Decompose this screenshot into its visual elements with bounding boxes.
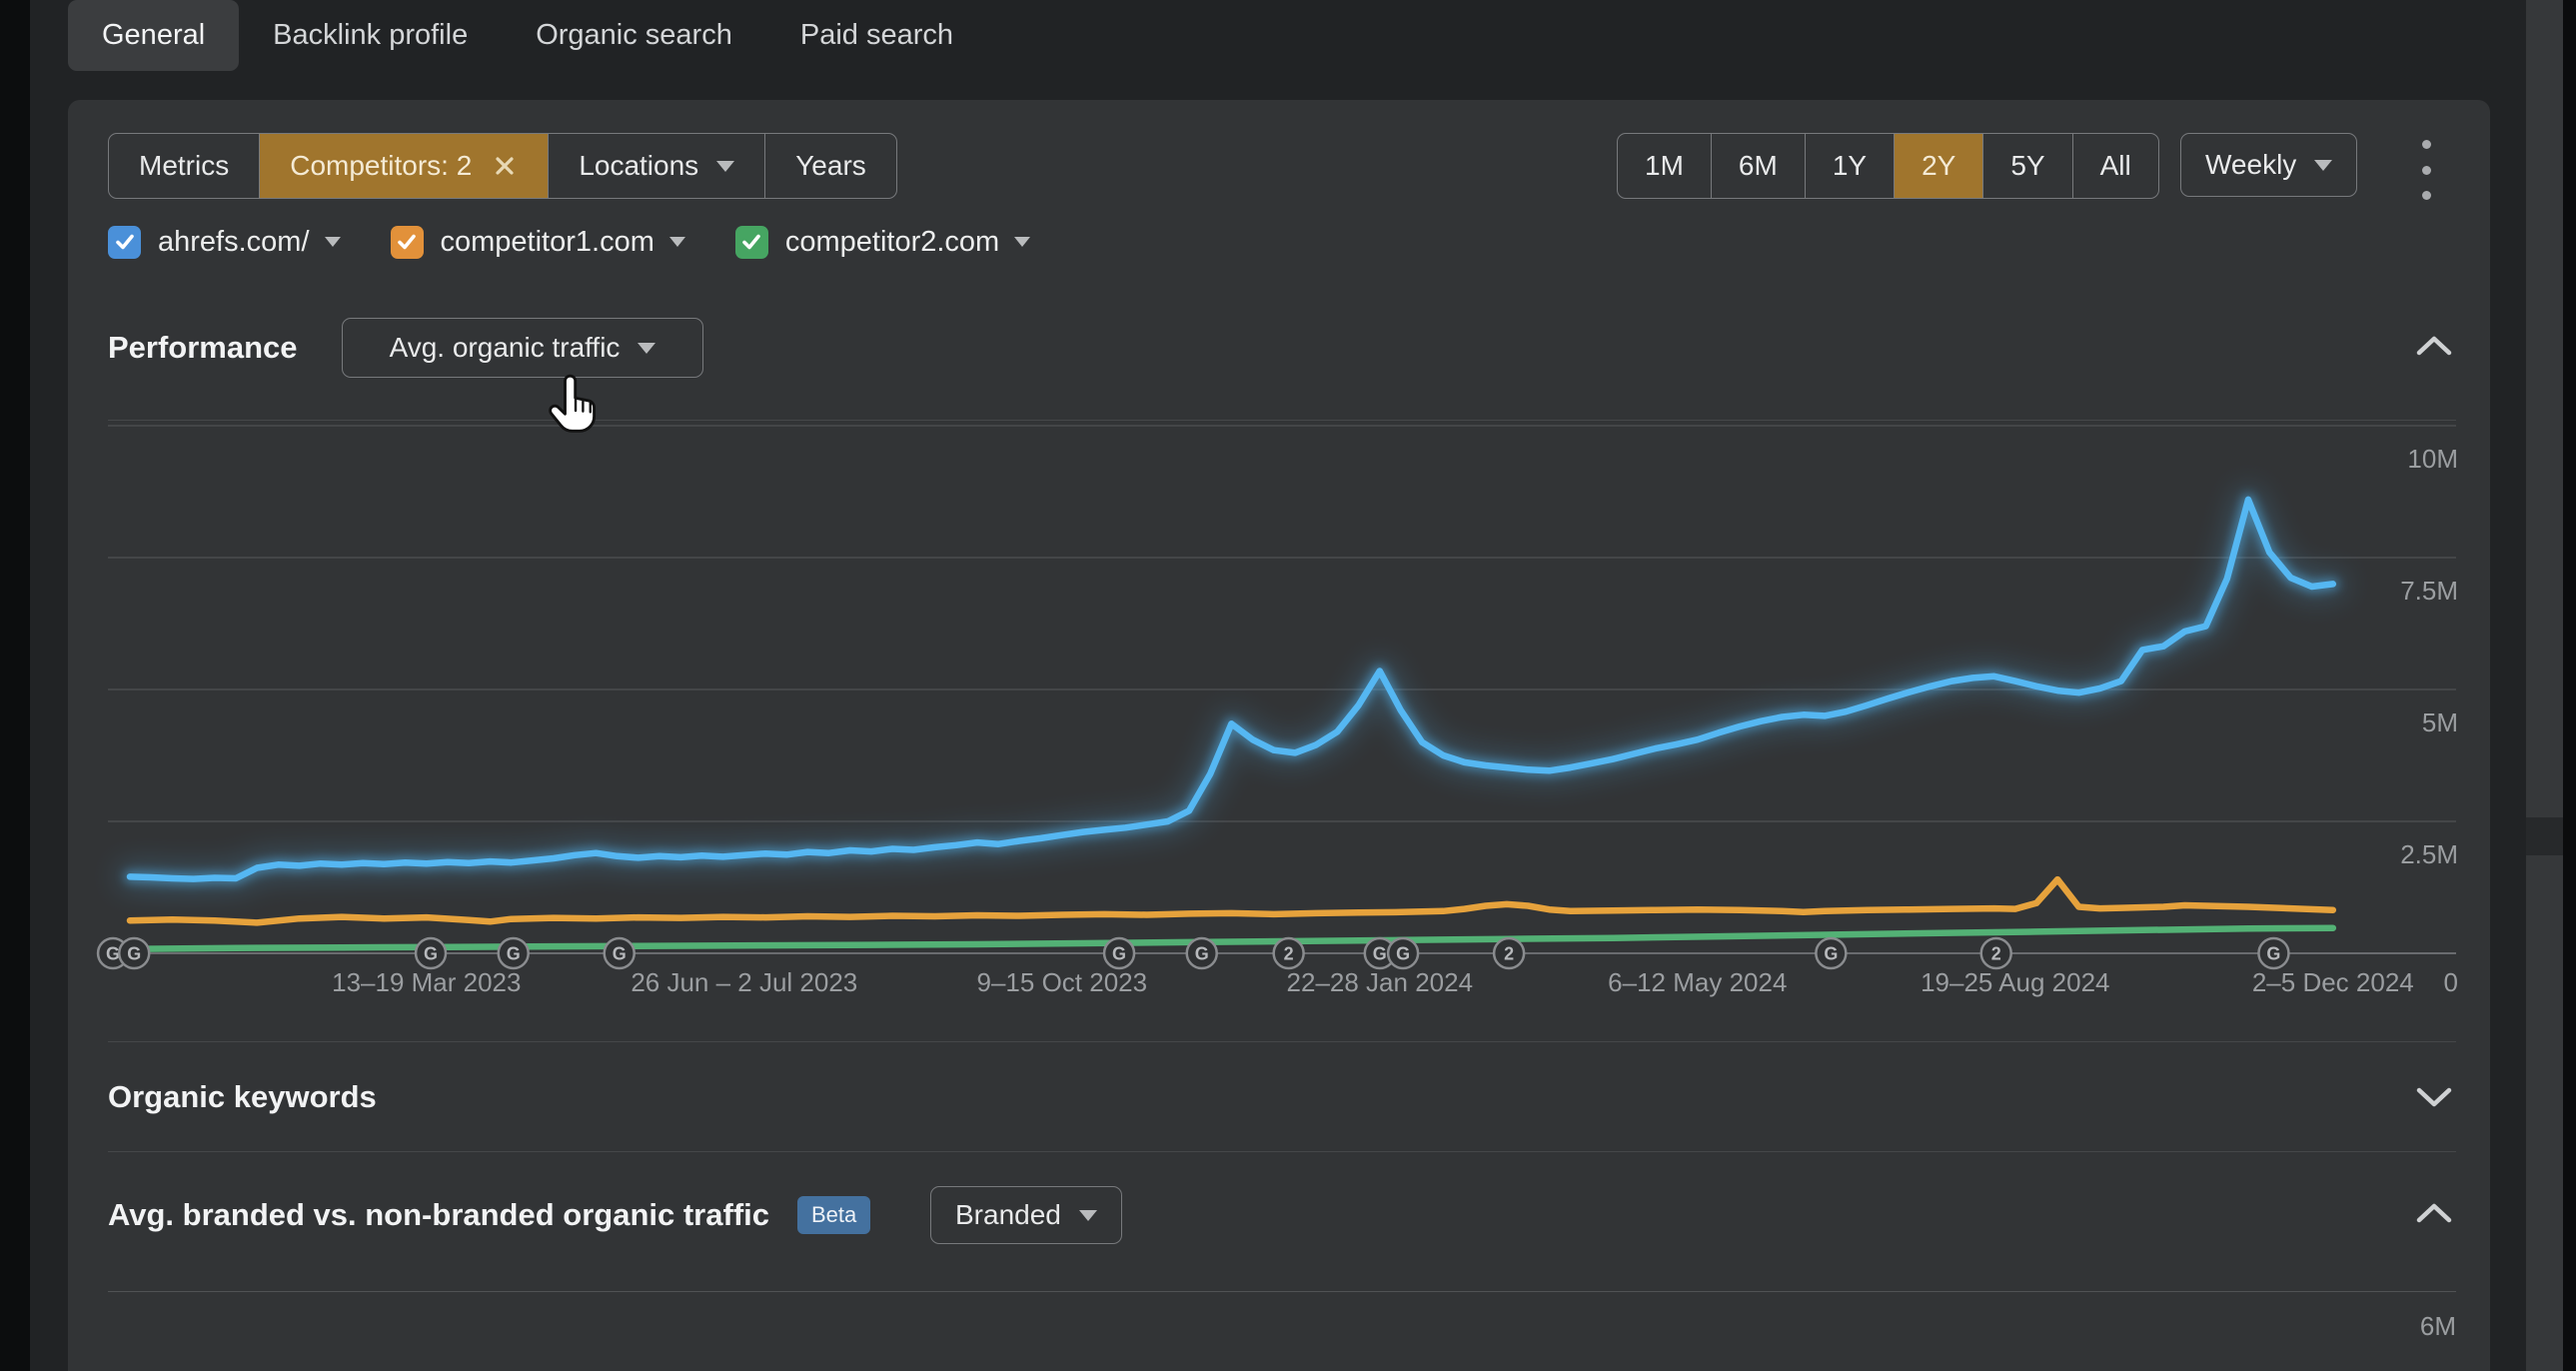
branded-section-title: Avg. branded vs. non-branded organic tra… [108,1197,769,1233]
competitor1-checkbox[interactable] [391,226,424,259]
cursor-pointer-icon [548,372,606,441]
metrics-filter-button[interactable]: Metrics [109,134,259,198]
domain-item-ahrefs: ahrefs.com/ [108,226,341,259]
chevron-down-icon [1079,1210,1097,1221]
domain-legend-row: ahrefs.com/ competitor1.com competitor2.… [108,224,1080,260]
competitor2-checkbox[interactable] [735,226,768,259]
branded-dropdown-label: Branded [955,1199,1061,1231]
locations-filter-label: Locations [579,150,698,182]
divider [108,1151,2456,1152]
organic-keywords-expand-chevron-icon[interactable] [2416,1085,2452,1109]
range-all-button[interactable]: All [2072,134,2158,198]
branded-collapse-chevron-icon[interactable] [2416,1201,2452,1225]
divider [108,1041,2456,1042]
ahrefs-domain-label: ahrefs.com/ [158,226,310,259]
chevron-down-icon [638,343,655,354]
tab-organic-search-label: Organic search [536,19,732,52]
scrollbar-notch [2526,817,2563,855]
filter-group: Metrics Competitors: 2 Locations Years [108,133,897,199]
years-filter-button[interactable]: Years [764,134,896,198]
range-2y-button[interactable]: 2Y [1894,134,1982,198]
branded-chart-y-label: 6M [2306,1311,2456,1342]
tab-general-label: General [102,19,205,52]
performance-collapse-chevron-icon[interactable] [2416,334,2452,358]
tab-backlink-profile-label: Backlink profile [273,19,468,52]
beta-badge: Beta [797,1196,870,1234]
organic-keywords-section-title: Organic keywords [108,1079,377,1115]
metric-dropdown[interactable]: Avg. organic traffic [342,318,703,378]
report-panel: Metrics Competitors: 2 Locations Years 1… [68,100,2490,1371]
ahrefs-checkbox[interactable] [108,226,141,259]
range-6m-button[interactable]: 6M [1711,134,1805,198]
locations-filter-button[interactable]: Locations [548,134,764,198]
branded-section-header: Avg. branded vs. non-branded organic tra… [108,1186,870,1244]
range-6m-label: 6M [1739,150,1778,182]
domain-item-competitor1: competitor1.com [391,226,685,259]
competitor2-domain-label: competitor2.com [785,226,999,259]
range-1m-button[interactable]: 1M [1618,134,1711,198]
chevron-down-icon [2314,160,2332,171]
performance-section-title: Performance [108,330,298,366]
branded-chart-gridline [108,1291,2456,1292]
tab-backlink-profile[interactable]: Backlink profile [239,0,502,71]
time-range-group: 1M 6M 1Y 2Y 5Y All [1617,133,2159,199]
more-options-kebab-icon[interactable] [2412,136,2440,204]
granularity-label: Weekly [2205,149,2296,181]
competitors-filter-button[interactable]: Competitors: 2 [259,134,548,198]
metric-dropdown-label: Avg. organic traffic [390,332,621,364]
branded-dropdown[interactable]: Branded [930,1186,1122,1244]
competitor1-domain-dropdown-icon[interactable] [669,237,685,247]
range-1y-button[interactable]: 1Y [1805,134,1894,198]
range-2y-label: 2Y [1922,150,1955,182]
remove-competitors-icon[interactable] [492,153,518,179]
competitor2-domain-dropdown-icon[interactable] [1014,237,1030,247]
ahrefs-domain-dropdown-icon[interactable] [325,237,341,247]
metrics-filter-label: Metrics [139,150,229,182]
granularity-dropdown[interactable]: Weekly [2180,133,2357,197]
years-filter-label: Years [795,150,866,182]
performance-chart-hover-area[interactable] [108,420,2456,1053]
window-edge-strip [0,0,30,1371]
domain-item-competitor2: competitor2.com [735,226,1030,259]
range-5y-label: 5Y [2010,150,2044,182]
tab-paid-search-label: Paid search [800,19,953,52]
range-all-label: All [2100,150,2131,182]
tab-general[interactable]: General [68,0,239,71]
range-5y-button[interactable]: 5Y [1982,134,2071,198]
scrollbar-track[interactable] [2526,0,2563,1371]
tab-organic-search[interactable]: Organic search [502,0,766,71]
competitor1-domain-label: competitor1.com [441,226,654,259]
report-tabbar: General Backlink profile Organic search … [68,0,987,71]
window-edge-strip [2563,0,2576,1371]
chevron-down-icon [716,161,734,172]
competitors-filter-label: Competitors: 2 [290,150,472,182]
tab-paid-search[interactable]: Paid search [766,0,987,71]
range-1m-label: 1M [1645,150,1684,182]
range-1y-label: 1Y [1833,150,1867,182]
